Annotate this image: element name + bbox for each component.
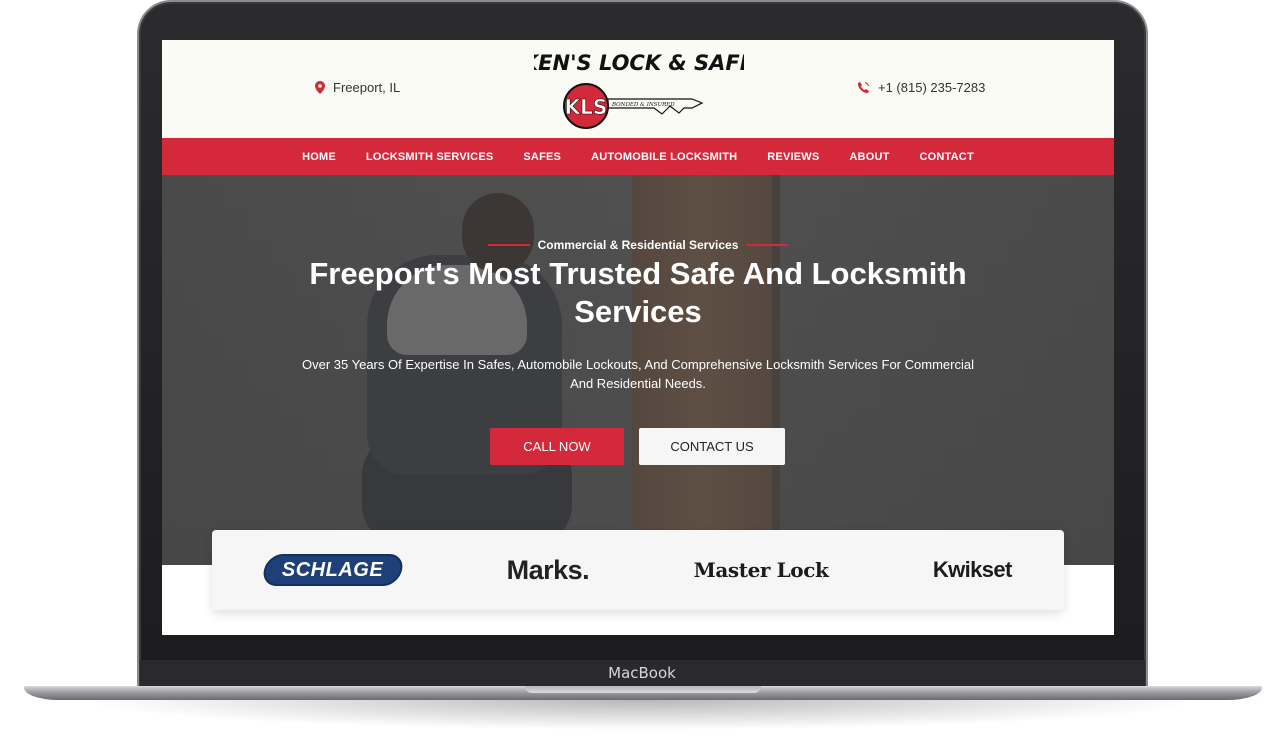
call-now-button[interactable]: CALL NOW — [490, 428, 624, 465]
header-phone[interactable]: +1 (815) 235-7283 — [857, 80, 985, 95]
hero-title: Freeport's Most Trusted Safe And Locksmi… — [309, 256, 967, 329]
kens-lock-and-safe-logo[interactable]: KEN'S LOCK & SAFE KLS BONDED & INSURED — [534, 48, 744, 132]
eyebrow-line-right — [746, 244, 789, 246]
nav-item-automobile-locksmith[interactable]: AUTOMOBILE LOCKSMITH — [591, 151, 737, 163]
nav-item-reviews[interactable]: REVIEWS — [767, 151, 819, 163]
nav-item-home[interactable]: HOME — [302, 151, 336, 163]
eyebrow-text: Commercial & Residential Services — [537, 238, 739, 252]
nav-item-about[interactable]: ABOUT — [849, 151, 889, 163]
nav-item-safes[interactable]: SAFES — [523, 151, 561, 163]
contact-us-button[interactable]: CONTACT US — [639, 428, 785, 465]
schlage-logo: SCHLAGE — [260, 554, 406, 586]
schlage-logo-text: SCHLAGE — [282, 558, 384, 581]
logo-text: KEN'S LOCK & SAFE — [534, 51, 744, 75]
phone-icon — [857, 82, 869, 94]
laptop-mockup: MacBook Freeport, IL KEN'S LOCK & SAFE K… — [0, 0, 1284, 750]
hero-subtitle: Over 35 Years Of Expertise In Safes, Aut… — [302, 357, 974, 391]
site-header: Freeport, IL KEN'S LOCK & SAFE KLS BONDE… — [162, 40, 1114, 138]
nav-item-contact[interactable]: CONTACT — [920, 151, 974, 163]
eyebrow-line-left — [487, 244, 530, 246]
main-nav: HOME LOCKSMITH SERVICES SAFES AUTOMOBILE… — [162, 138, 1114, 175]
laptop-shadow — [80, 700, 1204, 730]
logo-tagline: BONDED & INSURED — [611, 102, 675, 108]
brand-logos-strip: SCHLAGE Marks. Master Lock Kwikset — [212, 530, 1064, 610]
phone-text: +1 (815) 235-7283 — [878, 80, 986, 95]
header-location: Freeport, IL — [315, 80, 400, 95]
marks-logo: Marks. — [506, 554, 590, 585]
hero-section: Commercial & Residential Services Freepo… — [162, 175, 1114, 565]
logo-monogram: KLS — [565, 95, 608, 119]
location-text: Freeport, IL — [333, 80, 401, 95]
website-screen: Freeport, IL KEN'S LOCK & SAFE KLS BONDE… — [162, 40, 1114, 635]
device-label: MacBook — [608, 664, 676, 682]
master-lock-logo: Master Lock — [693, 558, 829, 582]
hero-eyebrow: Commercial & Residential Services — [162, 238, 1114, 252]
kwikset-logo: Kwikset — [932, 557, 1013, 582]
map-pin-icon — [315, 81, 325, 94]
laptop-notch — [525, 686, 761, 693]
nav-item-locksmith-services[interactable]: LOCKSMITH SERVICES — [366, 151, 493, 163]
